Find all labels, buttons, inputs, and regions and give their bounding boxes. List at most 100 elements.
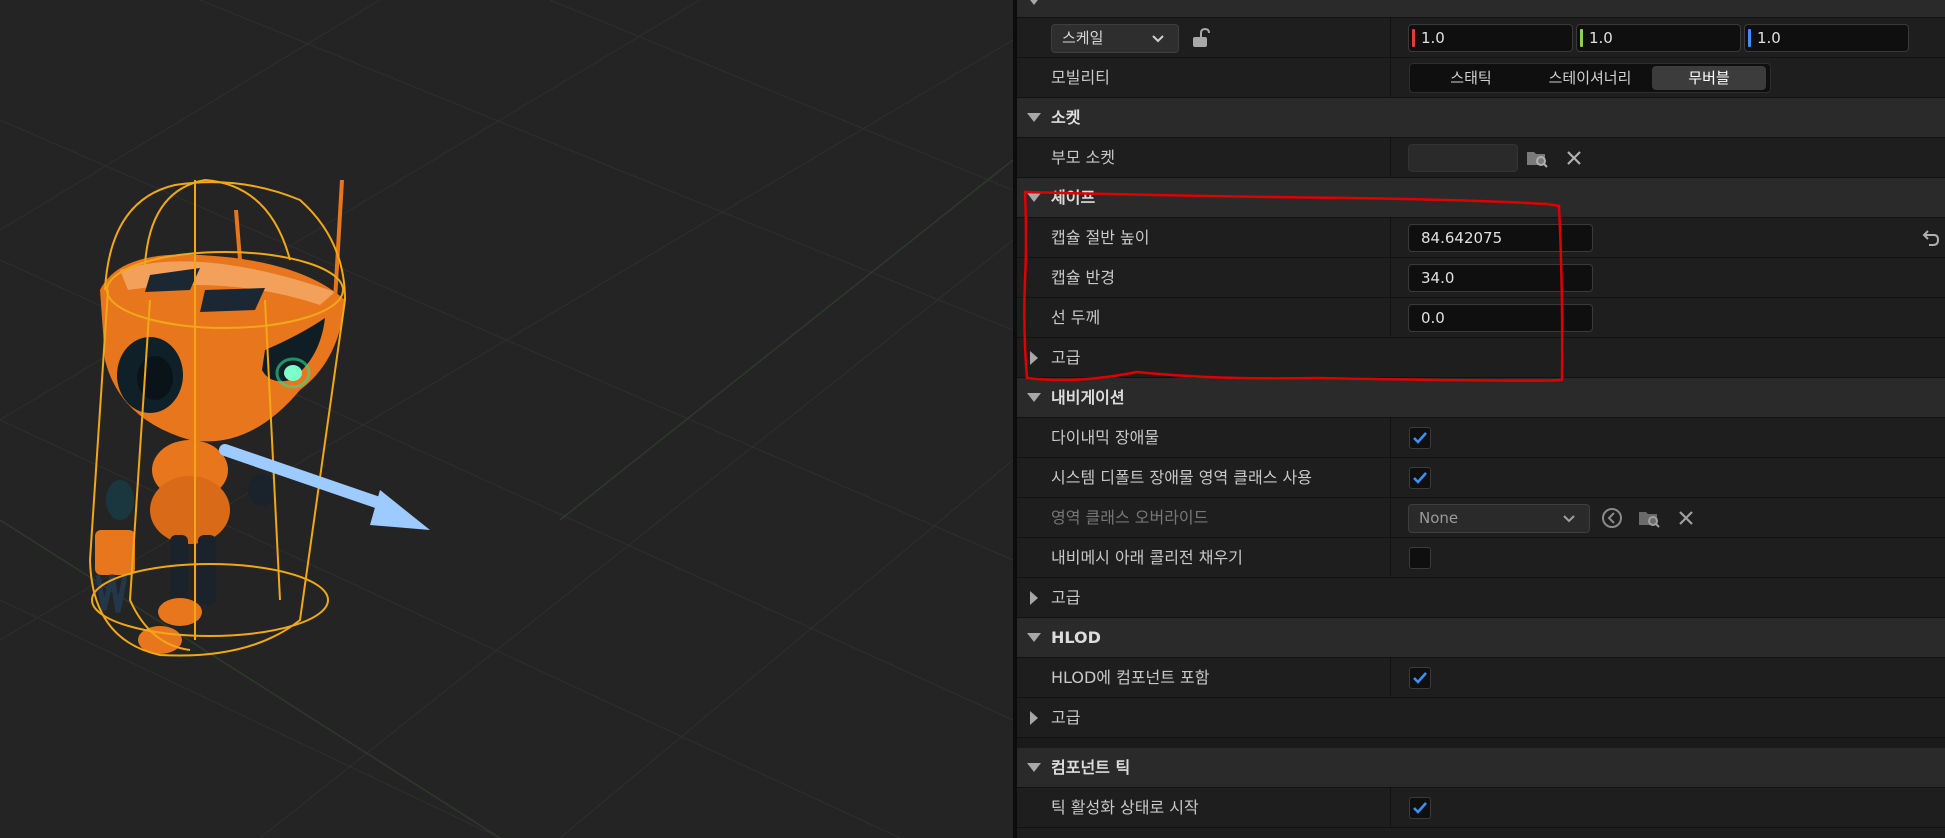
viewport-scene <box>0 0 1013 838</box>
line-thickness-field[interactable]: 0.0 <box>1408 304 1593 332</box>
hlod-header: HLOD <box>1051 628 1101 647</box>
category-shape[interactable]: 셰이프 <box>1017 178 1945 218</box>
column-divider <box>1390 138 1391 178</box>
column-divider <box>1390 538 1391 578</box>
capsule-radius-label: 캡슐 반경 <box>1051 268 1115 287</box>
category-hlod[interactable]: HLOD <box>1017 618 1945 658</box>
capsule-half-height-field[interactable]: 84.642075 <box>1408 224 1593 252</box>
use-system-default-area-checkbox[interactable] <box>1409 467 1431 489</box>
reset-to-default-icon[interactable] <box>1919 227 1941 249</box>
mobility-label: 모빌리티 <box>1051 68 1110 87</box>
z-axis-marker <box>1748 29 1751 47</box>
capsule-half-height-value: 84.642075 <box>1421 229 1503 247</box>
column-divider <box>1390 18 1391 58</box>
area-class-dropdown[interactable]: None <box>1408 504 1590 533</box>
dynamic-obstacle-checkbox[interactable] <box>1409 427 1431 449</box>
start-tick-enabled-label: 틱 활성화 상태로 시작 <box>1051 798 1199 817</box>
y-axis-marker <box>1580 29 1583 47</box>
navigation-advanced-row[interactable]: 고급 <box>1017 578 1945 618</box>
column-divider <box>1390 418 1391 458</box>
hlod-advanced-label: 고급 <box>1051 708 1081 727</box>
browse-asset-icon[interactable] <box>1637 506 1661 530</box>
collapse-arrow-icon <box>1027 393 1041 402</box>
hlod-include-row: HLOD에 컴포넌트 포함 <box>1017 658 1945 698</box>
checkmark-icon <box>1413 672 1427 684</box>
parent-socket-field[interactable] <box>1408 144 1518 172</box>
unlock-icon[interactable] <box>1189 26 1213 50</box>
collapse-arrow-icon <box>1027 113 1041 122</box>
checkmark-icon <box>1413 432 1427 444</box>
x-axis-marker <box>1412 29 1415 47</box>
dynamic-obstacle-label: 다이내믹 장애물 <box>1051 428 1160 447</box>
category-navigation[interactable]: 내비게이션 <box>1017 378 1945 418</box>
shape-advanced-row[interactable]: 고급 <box>1017 338 1945 378</box>
fill-collision-label: 내비메시 아래 콜리전 채우기 <box>1051 548 1243 567</box>
scale-z-field[interactable]: 1.0 <box>1744 24 1909 52</box>
shape-header: 셰이프 <box>1051 188 1096 207</box>
column-divider <box>1390 458 1391 498</box>
use-system-default-area-label: 시스템 디폴트 장애물 영역 클래스 사용 <box>1051 468 1312 487</box>
chevron-down-icon <box>1563 515 1575 523</box>
area-class-override-label: 영역 클래스 오버라이드 <box>1051 508 1209 527</box>
sockets-header: 소켓 <box>1051 108 1081 127</box>
line-thickness-row: 선 두께 0.0 <box>1017 298 1945 338</box>
mobility-option-stationary[interactable]: 스테이셔너리 <box>1532 66 1648 90</box>
expand-arrow-icon <box>1030 351 1038 365</box>
hlod-include-checkbox[interactable] <box>1409 667 1431 689</box>
column-divider <box>1390 58 1391 98</box>
capsule-radius-row: 캡슐 반경 34.0 <box>1017 258 1945 298</box>
clear-icon[interactable] <box>1674 506 1698 530</box>
column-divider <box>1390 218 1391 258</box>
details-panel: 스케일 1.0 1.0 1.0 모빌리티 스태틱 스테이셔너리 무버블 소켓 부… <box>1017 0 1945 838</box>
capsule-radius-field[interactable]: 34.0 <box>1408 264 1593 292</box>
expand-arrow-icon <box>1030 591 1038 605</box>
line-thickness-value: 0.0 <box>1421 309 1445 327</box>
mobility-option-movable[interactable]: 무버블 <box>1652 66 1766 90</box>
clear-icon[interactable] <box>1562 146 1586 170</box>
collapse-arrow-icon <box>1027 0 1041 5</box>
column-divider <box>1390 788 1391 828</box>
scale-row: 스케일 1.0 1.0 1.0 <box>1017 18 1945 58</box>
scale-z-value: 1.0 <box>1757 29 1781 47</box>
use-system-default-area-row: 시스템 디폴트 장애물 영역 클래스 사용 <box>1017 458 1945 498</box>
scale-x-field[interactable]: 1.0 <box>1408 24 1573 52</box>
scale-mode-value: 스케일 <box>1062 29 1104 47</box>
start-tick-enabled-checkbox[interactable] <box>1409 797 1431 819</box>
scale-y-value: 1.0 <box>1589 29 1613 47</box>
scale-x-value: 1.0 <box>1421 29 1445 47</box>
line-thickness-label: 선 두께 <box>1051 308 1101 327</box>
category-transform[interactable] <box>1017 0 1945 18</box>
start-tick-enabled-row: 틱 활성화 상태로 시작 <box>1017 788 1945 828</box>
browse-socket-icon[interactable] <box>1525 146 1549 170</box>
area-class-override-row: 영역 클래스 오버라이드 None <box>1017 498 1945 538</box>
category-sockets[interactable]: 소켓 <box>1017 98 1945 138</box>
expand-arrow-icon <box>1030 711 1038 725</box>
viewport[interactable] <box>0 0 1013 838</box>
parent-socket-row: 부모 소켓 <box>1017 138 1945 178</box>
checkmark-icon <box>1413 472 1427 484</box>
category-component-tick[interactable]: 컴포넌트 틱 <box>1017 748 1945 788</box>
collapse-arrow-icon <box>1027 193 1041 202</box>
use-selected-icon[interactable] <box>1600 506 1624 530</box>
parent-socket-label: 부모 소켓 <box>1051 148 1115 167</box>
column-divider <box>1390 498 1391 538</box>
capsule-half-height-row: 캡슐 절반 높이 84.642075 <box>1017 218 1945 258</box>
mobility-segmented-control: 스태틱 스테이셔너리 무버블 <box>1409 63 1771 93</box>
dynamic-obstacle-row: 다이내믹 장애물 <box>1017 418 1945 458</box>
mobility-row: 모빌리티 스태틱 스테이셔너리 무버블 <box>1017 58 1945 98</box>
scale-y-field[interactable]: 1.0 <box>1576 24 1741 52</box>
collapse-arrow-icon <box>1027 763 1041 772</box>
component-tick-header: 컴포넌트 틱 <box>1051 758 1131 777</box>
scale-mode-dropdown[interactable]: 스케일 <box>1051 24 1179 53</box>
mobility-option-static[interactable]: 스태틱 <box>1414 66 1528 90</box>
collapse-arrow-icon <box>1027 633 1041 642</box>
shape-advanced-label: 고급 <box>1051 348 1081 367</box>
fill-collision-row: 내비메시 아래 콜리전 채우기 <box>1017 538 1945 578</box>
hlod-include-label: HLOD에 컴포넌트 포함 <box>1051 668 1210 687</box>
checkmark-icon <box>1413 802 1427 814</box>
column-divider <box>1390 258 1391 298</box>
fill-collision-checkbox[interactable] <box>1409 547 1431 569</box>
hlod-advanced-row[interactable]: 고급 <box>1017 698 1945 738</box>
navigation-header: 내비게이션 <box>1051 388 1125 407</box>
next-row-partial <box>1017 828 1945 838</box>
